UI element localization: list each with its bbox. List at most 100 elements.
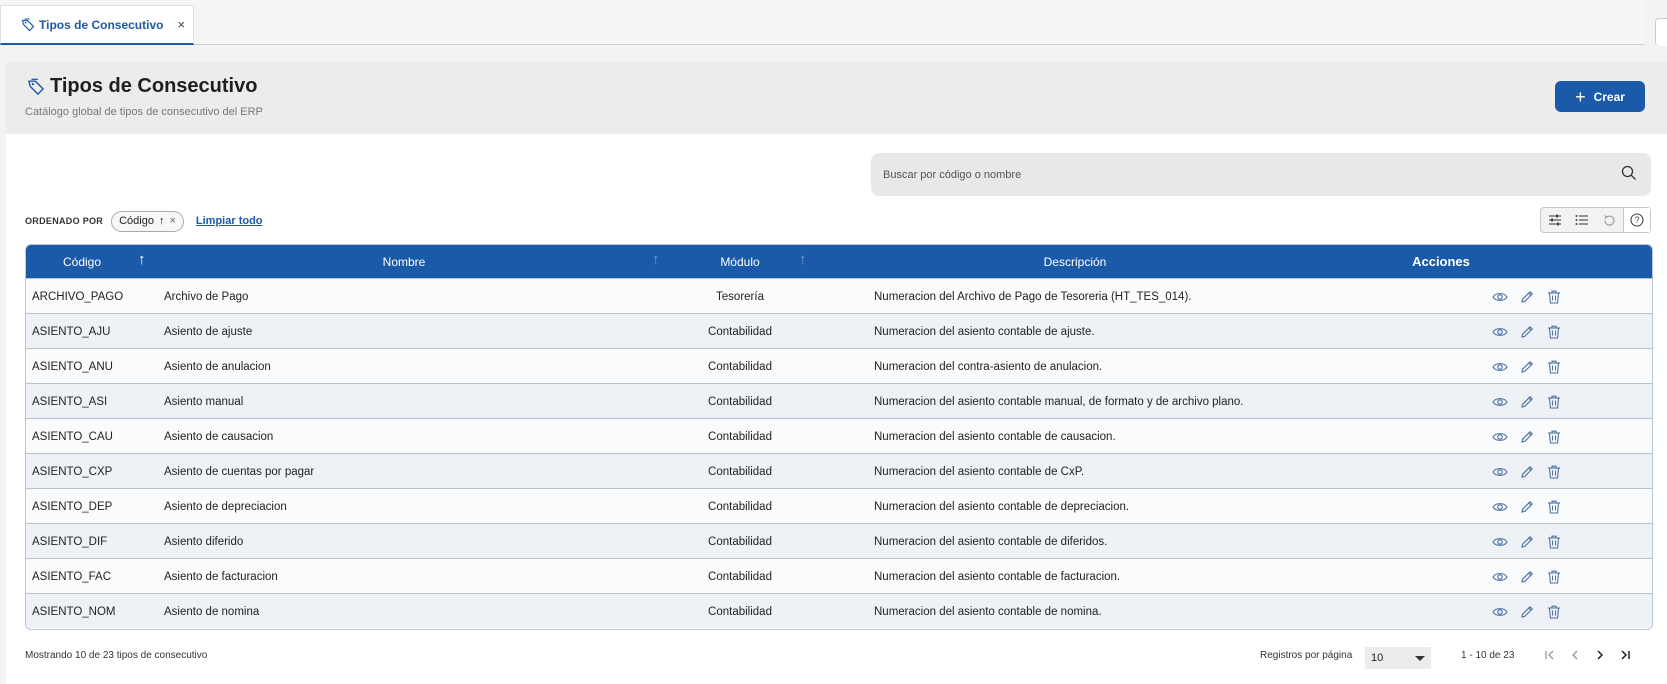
table-row[interactable]: ASIENTO_DEP Asiento de depreciacion Contab… — [26, 488, 1652, 523]
cell-description: Numeracion del asiento contable de difer… — [874, 535, 1108, 548]
edit-pencil-icon[interactable] — [1519, 324, 1535, 340]
cell-code: ASIENTO_CAU — [32, 430, 113, 443]
table-row[interactable]: ASIENTO_DIF Asiento diferido Contabilidad N… — [26, 523, 1652, 558]
cell-description: Numeracion del asiento contable de causa… — [874, 430, 1116, 443]
view-eye-icon[interactable] — [1492, 569, 1508, 585]
view-eye-icon[interactable] — [1492, 499, 1508, 515]
row-actions — [1492, 489, 1562, 524]
caret-down-icon — [1415, 656, 1425, 661]
page-subtitle: Catálogo global de tipos de consecutivo … — [25, 106, 263, 118]
cell-module: Contabilidad — [708, 465, 772, 478]
cell-code: ASIENTO_DEP — [32, 500, 113, 513]
cell-description: Numeracion del asiento contable de depre… — [874, 500, 1130, 513]
delete-trash-icon[interactable] — [1546, 359, 1562, 375]
cell-code: ASIENTO_ASI — [32, 395, 108, 408]
delete-trash-icon[interactable] — [1546, 429, 1562, 445]
chip-remove-icon[interactable]: × — [169, 215, 175, 227]
column-header-name[interactable]: Nombre — [156, 245, 652, 278]
previous-page-icon[interactable] — [1568, 648, 1582, 662]
cell-name: Asiento de anulacion — [164, 360, 271, 373]
delete-trash-icon[interactable] — [1546, 499, 1562, 515]
view-eye-icon[interactable] — [1492, 464, 1508, 480]
column-header-code[interactable]: Código — [26, 245, 138, 278]
table-row[interactable]: ASIENTO_AJU Asiento de ajuste Contabilidad… — [26, 313, 1652, 348]
cell-module: Contabilidad — [708, 535, 772, 548]
edit-pencil-icon[interactable] — [1519, 394, 1535, 410]
table-row[interactable]: ASIENTO_ANU Asiento de anulacion Contabili… — [26, 348, 1652, 383]
cell-name: Archivo de Pago — [164, 290, 249, 303]
first-page-icon[interactable] — [1543, 648, 1557, 662]
view-eye-icon[interactable] — [1492, 604, 1508, 620]
edit-pencil-icon[interactable] — [1519, 464, 1535, 480]
side-panel-handle[interactable] — [1655, 18, 1667, 46]
arrow-up-icon: ↑ — [158, 215, 165, 227]
row-actions — [1492, 419, 1562, 454]
view-eye-icon[interactable] — [1492, 359, 1508, 375]
table-row[interactable]: ASIENTO_CAU Asiento de causacion Contabili… — [26, 418, 1652, 453]
edit-pencil-icon[interactable] — [1519, 569, 1535, 585]
search-icon[interactable] — [1621, 165, 1637, 181]
edit-pencil-icon[interactable] — [1519, 534, 1535, 550]
sort-inactive-icon[interactable]: ↑ — [652, 251, 660, 268]
row-actions — [1492, 559, 1562, 594]
table-row[interactable]: ARCHIVO_PAGO Archivo de Pago Tesorería Nume… — [26, 278, 1652, 313]
sort-asc-icon[interactable]: ↑ — [138, 251, 146, 268]
table-row[interactable]: ASIENTO_FAC Asiento de facturacion Contabi… — [26, 558, 1652, 593]
row-actions — [1492, 594, 1562, 629]
delete-trash-icon[interactable] — [1546, 464, 1562, 480]
delete-trash-icon[interactable] — [1546, 604, 1562, 620]
row-actions — [1492, 314, 1562, 349]
sort-inactive-icon[interactable]: ↑ — [799, 251, 807, 268]
filter-sliders-icon[interactable] — [1541, 208, 1568, 232]
cell-module: Tesorería — [716, 290, 764, 303]
cell-description: Numeracion del Archivo de Pago de Tesore… — [874, 290, 1192, 303]
cell-name: Asiento manual — [164, 395, 244, 408]
next-page-icon[interactable] — [1593, 648, 1607, 662]
edit-pencil-icon[interactable] — [1519, 289, 1535, 305]
create-button[interactable]: + Crear — [1555, 81, 1645, 112]
clear-all-link[interactable]: Limpiar todo — [196, 215, 263, 227]
showing-count: Mostrando 10 de 23 tipos de consecutivo — [25, 650, 208, 661]
row-actions — [1492, 454, 1562, 489]
cell-name: Asiento de ajuste — [164, 325, 253, 338]
row-actions — [1492, 349, 1562, 384]
tab-tipos-consecutivo[interactable]: Tipos de Consecutivo × — [0, 5, 194, 45]
per-page-value: 10 — [1371, 652, 1384, 664]
search-input[interactable] — [871, 153, 1651, 196]
page-header: Tipos de Consecutivo Catálogo global de … — [6, 62, 1667, 134]
cell-name: Asiento de facturacion — [164, 570, 278, 583]
delete-trash-icon[interactable] — [1546, 289, 1562, 305]
sort-chip-label: Código — [119, 215, 154, 227]
column-header-module[interactable]: Módulo — [676, 245, 804, 278]
data-table: Código ↑ Nombre ↑ Módulo ↑ Descripción A… — [25, 244, 1653, 630]
view-eye-icon[interactable] — [1492, 324, 1508, 340]
delete-trash-icon[interactable] — [1546, 324, 1562, 340]
edit-pencil-icon[interactable] — [1519, 499, 1535, 515]
table-row[interactable]: ASIENTO_ASI Asiento manual Contabilidad Num… — [26, 383, 1652, 418]
table-row[interactable]: ASIENTO_CXP Asiento de cuentas por pagar C… — [26, 453, 1652, 488]
cell-code: ASIENTO_NOM — [32, 605, 116, 618]
page-range: 1 - 10 de 23 — [1461, 650, 1515, 661]
edit-pencil-icon[interactable] — [1519, 429, 1535, 445]
tab-close-icon[interactable]: × — [177, 17, 185, 32]
sort-chip[interactable]: Código ↑ × — [111, 210, 184, 232]
view-eye-icon[interactable] — [1492, 429, 1508, 445]
table-row[interactable]: ASIENTO_NOM Asiento de nomina Contabilidad… — [26, 593, 1652, 628]
delete-trash-icon[interactable] — [1546, 394, 1562, 410]
list-columns-icon[interactable] — [1568, 208, 1595, 232]
last-page-icon[interactable] — [1618, 648, 1632, 662]
view-eye-icon[interactable] — [1492, 534, 1508, 550]
help-icon[interactable]: ? — [1622, 208, 1651, 232]
edit-pencil-icon[interactable] — [1519, 604, 1535, 620]
cell-name: Asiento de depreciacion — [164, 500, 287, 513]
column-header-actions: Acciones — [1412, 254, 1470, 269]
view-eye-icon[interactable] — [1492, 394, 1508, 410]
delete-trash-icon[interactable] — [1546, 569, 1562, 585]
edit-pencil-icon[interactable] — [1519, 359, 1535, 375]
delete-trash-icon[interactable] — [1546, 534, 1562, 550]
view-eye-icon[interactable] — [1492, 289, 1508, 305]
refresh-icon[interactable] — [1596, 208, 1623, 232]
column-header-description[interactable]: Descripción — [815, 245, 1335, 278]
cell-name: Asiento diferido — [164, 535, 244, 548]
per-page-select[interactable]: 10 — [1365, 647, 1431, 669]
